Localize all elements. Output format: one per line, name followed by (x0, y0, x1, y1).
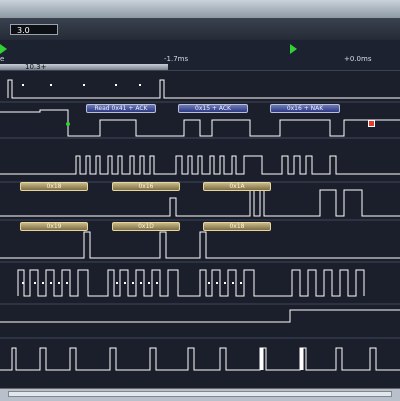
channel-6-waveform (0, 309, 400, 323)
waveform-area[interactable]: Read 0x41 + ACK 0x15 + ACK 0x16 + NAK 0x… (0, 72, 400, 388)
channel-4-waveform (0, 231, 400, 259)
channel-2-waveform (0, 155, 400, 175)
decode-row2-item-1[interactable]: 0x18 (20, 182, 88, 191)
decode-row3-item-2[interactable]: 0x1D (112, 222, 180, 231)
right-marker-icon[interactable] (290, 44, 297, 54)
ruler-label-mid: -1.7ms (164, 55, 189, 63)
ruler-label-start: e (0, 55, 5, 63)
channel-1-waveform (0, 109, 400, 137)
channel-7-waveform (0, 347, 400, 371)
time-ruler[interactable]: e -1.7ms +0.0ms 10.3+ (0, 40, 400, 71)
channel-1-marker-icon (66, 122, 70, 126)
cursor-label: 10.3+ (25, 63, 47, 71)
ruler-label-end: +0.0ms (344, 55, 372, 63)
channel-5-waveform (17, 269, 365, 297)
channel-3-waveform (0, 189, 400, 217)
trigger-marker-icon[interactable] (368, 120, 375, 127)
left-marker-icon[interactable] (0, 44, 7, 54)
horizontal-scrollbar[interactable] (0, 388, 400, 401)
decode-row3-item-1[interactable]: 0x19 (20, 222, 88, 231)
scrollbar-thumb[interactable] (8, 391, 392, 397)
value-field[interactable]: 3.0 (10, 24, 58, 35)
decode-row1-item-3[interactable]: 0x16 + NAK (270, 104, 340, 113)
channel-separators (0, 101, 400, 339)
decode-row1-item-1[interactable]: Read 0x41 + ACK (86, 104, 156, 113)
channel-5-ticks (22, 282, 242, 284)
logic-analyzer-window: 3.0 e -1.7ms +0.0ms 10.3+ Read 0x41 + AC… (0, 0, 400, 401)
decode-row2-item-2[interactable]: 0x16 (112, 182, 180, 191)
window-titlebar (0, 0, 400, 18)
toolbar: 3.0 (0, 18, 400, 41)
decode-row1-item-2[interactable]: 0x15 + ACK (178, 104, 248, 113)
decode-row2-item-3[interactable]: 0x1A (203, 182, 271, 191)
channel-0-waveform (7, 79, 400, 99)
decode-row3-item-3[interactable]: 0x18 (203, 222, 271, 231)
channel-0-dots (22, 84, 141, 86)
